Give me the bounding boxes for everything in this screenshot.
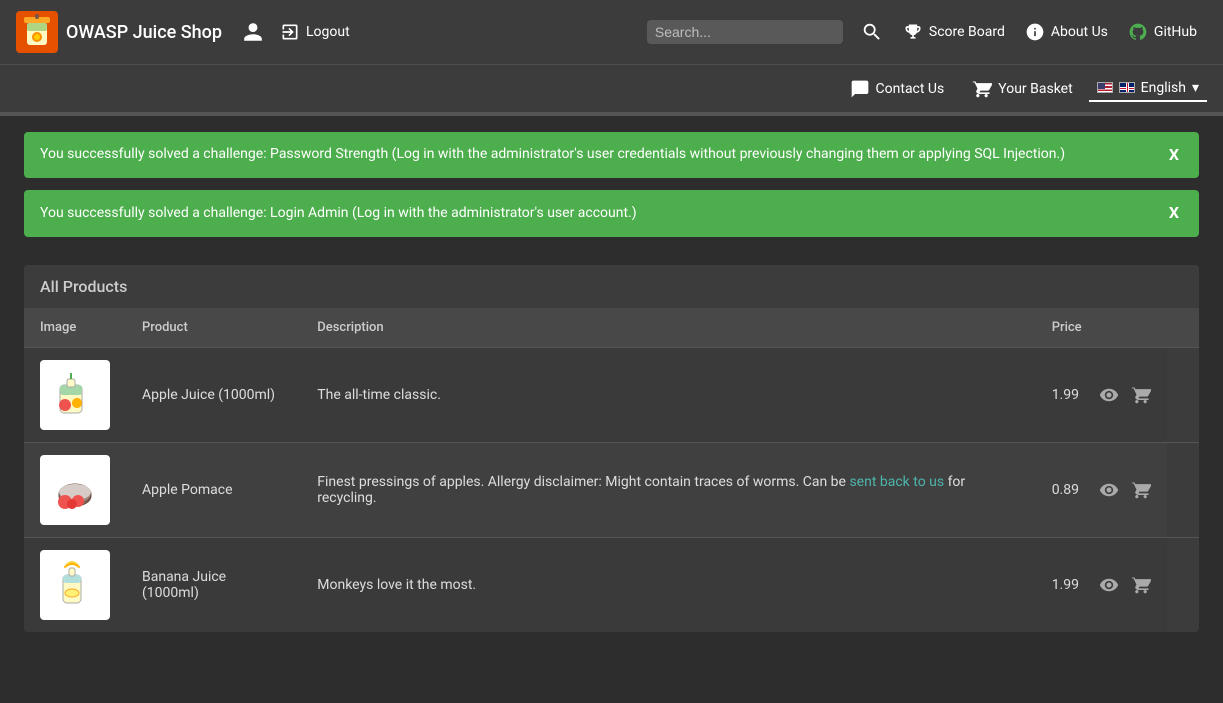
add-to-cart-button[interactable] xyxy=(1131,480,1151,500)
product-price-apple-juice: 1.99 xyxy=(1036,347,1167,442)
view-button[interactable] xyxy=(1099,385,1119,405)
flag-gb-icon xyxy=(1119,82,1135,93)
product-name-apple-pomace: Apple Pomace xyxy=(126,442,301,537)
price-actions: 1.99 xyxy=(1052,575,1151,595)
product-image-cell xyxy=(24,537,126,632)
alert-login-admin: You successfully solved a challenge: Log… xyxy=(24,190,1199,236)
alert-password-strength-close[interactable]: X xyxy=(1165,144,1183,166)
products-table-header: Image Product Description Price xyxy=(24,308,1199,348)
apple-pomace-img xyxy=(45,460,105,520)
chat-icon xyxy=(850,79,870,99)
col-product: Product xyxy=(126,308,301,348)
flag-us-icon xyxy=(1097,82,1113,93)
info-icon xyxy=(1025,22,1045,42)
product-image-cell xyxy=(24,442,126,537)
logout-button[interactable]: Logout xyxy=(280,22,350,42)
github-button[interactable]: GitHub xyxy=(1118,18,1207,46)
add-to-cart-button[interactable] xyxy=(1131,575,1151,595)
products-title: All Products xyxy=(24,265,1199,308)
scoreboard-button[interactable]: Score Board xyxy=(893,18,1015,46)
alert-login-admin-close[interactable]: X xyxy=(1165,202,1183,224)
basket-button[interactable]: Your Basket xyxy=(960,75,1084,103)
price-value: 0.89 xyxy=(1052,482,1079,498)
logout-icon xyxy=(280,22,300,42)
search-container xyxy=(647,20,843,44)
language-selector[interactable]: English ▾ xyxy=(1089,76,1207,102)
view-button[interactable] xyxy=(1099,575,1119,595)
brand-name: OWASP Juice Shop xyxy=(66,22,222,43)
alert-password-strength: You successfully solved a challenge: Pas… xyxy=(24,132,1199,178)
trophy-icon xyxy=(903,22,923,42)
navbar-secondary: Contact Us Your Basket English ▾ xyxy=(0,64,1223,112)
col-price: Price xyxy=(1036,308,1167,348)
brand-link[interactable]: OWASP Juice Shop xyxy=(16,11,222,53)
eye-icon xyxy=(1099,480,1119,500)
cart-add-icon xyxy=(1131,480,1151,500)
col-image: Image xyxy=(24,308,126,348)
scoreboard-label: Score Board xyxy=(929,24,1005,40)
product-image-apple-pomace[interactable] xyxy=(40,455,110,525)
navbar-top: OWASP Juice Shop Logout Score Board Abou… xyxy=(0,0,1223,64)
sent-back-link[interactable]: sent back to us xyxy=(849,474,944,490)
product-image-apple-juice[interactable] xyxy=(40,360,110,430)
about-us-button[interactable]: About Us xyxy=(1015,18,1118,46)
language-label: English xyxy=(1141,80,1186,96)
product-desc-apple-juice: The all-time classic. xyxy=(301,347,1035,442)
search-input[interactable] xyxy=(655,24,835,40)
product-desc-apple-pomace: Finest pressings of apples. Allergy disc… xyxy=(301,442,1035,537)
main-content: All Products Image Product Description P… xyxy=(0,249,1223,648)
col-description: Description xyxy=(301,308,1035,348)
apple-juice-img xyxy=(45,365,105,425)
product-price-apple-pomace: 0.89 xyxy=(1036,442,1167,537)
price-actions: 1.99 xyxy=(1052,385,1151,405)
account-icon xyxy=(242,21,264,43)
product-image-banana-juice[interactable] xyxy=(40,550,110,620)
desc-pre: Finest pressings of apples. Allergy disc… xyxy=(317,474,849,490)
add-to-cart-button[interactable] xyxy=(1131,385,1151,405)
github-icon xyxy=(1128,22,1148,42)
price-value: 1.99 xyxy=(1052,387,1079,403)
products-card: All Products Image Product Description P… xyxy=(24,265,1199,632)
cart-icon xyxy=(972,79,992,99)
product-name-banana-juice: Banana Juice (1000ml) xyxy=(126,537,301,632)
eye-icon xyxy=(1099,575,1119,595)
col-actions xyxy=(1167,308,1199,348)
product-desc-banana-juice: Monkeys love it the most. xyxy=(301,537,1035,632)
product-name-apple-juice: Apple Juice (1000ml) xyxy=(126,347,301,442)
basket-label: Your Basket xyxy=(998,81,1072,97)
table-row: Apple Pomace Finest pressings of apples.… xyxy=(24,442,1199,537)
logout-label: Logout xyxy=(306,24,350,40)
cart-add-icon xyxy=(1131,575,1151,595)
price-actions: 0.89 xyxy=(1052,480,1151,500)
contact-us-label: Contact Us xyxy=(876,81,945,97)
brand-icon xyxy=(16,11,58,53)
about-us-label: About Us xyxy=(1051,24,1108,40)
view-button[interactable] xyxy=(1099,480,1119,500)
price-value: 1.99 xyxy=(1052,577,1079,593)
contact-us-button[interactable]: Contact Us xyxy=(838,75,957,103)
eye-icon xyxy=(1099,385,1119,405)
search-icon xyxy=(861,21,883,43)
search-button[interactable] xyxy=(851,17,893,47)
language-caret-icon: ▾ xyxy=(1192,80,1199,96)
alert-password-strength-message: You successfully solved a challenge: Pas… xyxy=(40,145,1065,165)
products-table: Image Product Description Price xyxy=(24,308,1199,632)
table-row: Banana Juice (1000ml) Monkeys love it th… xyxy=(24,537,1199,632)
account-button[interactable] xyxy=(242,21,264,43)
banana-juice-img xyxy=(45,555,105,615)
product-image-cell xyxy=(24,347,126,442)
github-label: GitHub xyxy=(1154,24,1197,40)
alert-login-admin-message: You successfully solved a challenge: Log… xyxy=(40,204,637,224)
cart-add-icon xyxy=(1131,385,1151,405)
alerts-container: You successfully solved a challenge: Pas… xyxy=(0,116,1223,237)
products-table-body: Apple Juice (1000ml) The all-time classi… xyxy=(24,347,1199,632)
product-price-banana-juice: 1.99 xyxy=(1036,537,1167,632)
table-row: Apple Juice (1000ml) The all-time classi… xyxy=(24,347,1199,442)
